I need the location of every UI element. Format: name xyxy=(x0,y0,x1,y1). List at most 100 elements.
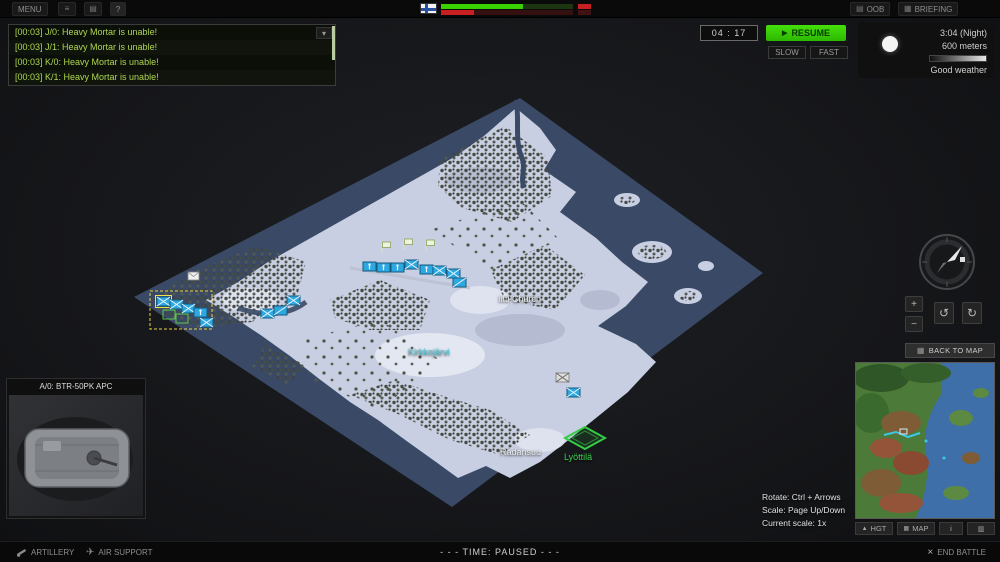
layers-toggle-button[interactable]: ▥ xyxy=(967,522,995,535)
resume-button-label: RESUME xyxy=(791,28,830,38)
conditions-panel: 3:04 (Night) 600 meters Good weather xyxy=(858,22,995,78)
finnish-flag-icon xyxy=(420,3,437,14)
zoom-out-button[interactable]: − xyxy=(905,316,923,332)
oob-icon: ▤ xyxy=(856,5,864,13)
resume-button[interactable]: ▶ RESUME xyxy=(766,25,846,41)
map-label: MAP xyxy=(912,524,928,533)
battle-timer-value: 04 : 17 xyxy=(712,28,747,38)
map-toggle-button[interactable]: ▦ MAP xyxy=(897,522,935,535)
briefing-icon: ▦ xyxy=(904,5,912,13)
help-button[interactable]: ? xyxy=(110,2,126,16)
time-of-day: 3:04 (Night) xyxy=(940,28,987,38)
unit-marker[interactable] xyxy=(377,263,390,272)
hint-scale: Scale: Page Up/Down xyxy=(762,504,845,517)
visibility-range: 600 meters xyxy=(942,41,987,51)
chevron-down-icon: ▾ xyxy=(322,29,326,38)
message-marker[interactable] xyxy=(188,272,199,280)
unit-marker[interactable] xyxy=(453,278,466,287)
hgt-label: HGT xyxy=(871,524,887,533)
plus-icon: + xyxy=(911,299,917,310)
unit-marker-selected[interactable] xyxy=(157,297,170,306)
unit-marker[interactable] xyxy=(170,300,183,309)
menu-button[interactable]: MENU xyxy=(12,2,48,16)
awards-icon: ≡ xyxy=(65,5,70,13)
info-icon: i xyxy=(950,524,952,533)
unit-marker[interactable] xyxy=(194,308,207,317)
close-icon: × xyxy=(927,547,933,558)
briefing-button[interactable]: ▦ BRIEFING xyxy=(898,2,958,16)
unit-marker[interactable] xyxy=(363,262,376,271)
play-icon: ▶ xyxy=(782,29,787,37)
slow-button-label: SLOW xyxy=(775,48,799,57)
game-screen: Iitti Church Kirkkojärvi Radansuu Lyötti… xyxy=(0,0,1000,562)
artillery-button[interactable]: ARTILLERY xyxy=(12,545,78,560)
message-log-collapse-button[interactable]: ▾ xyxy=(316,27,332,39)
back-to-map-button[interactable]: ▦ BACK TO MAP xyxy=(905,343,995,358)
selected-unit-panel[interactable]: A/0: BTR-50PK APC xyxy=(6,378,146,519)
enemy-strength-bar xyxy=(578,4,591,9)
message-log-panel[interactable]: [00:03] J/0: Heavy Mortar is unable! [00… xyxy=(8,24,336,86)
unit-marker[interactable] xyxy=(405,260,418,269)
log-message: [00:03] K/0: Heavy Mortar is unable! xyxy=(9,55,335,70)
light-level-gradient xyxy=(929,55,987,62)
message-log-scrollbar[interactable] xyxy=(332,26,335,60)
ridge-shade xyxy=(580,290,620,310)
info-toggle-button[interactable]: i xyxy=(939,522,963,535)
selected-unit-title: A/0: BTR-50PK APC xyxy=(7,379,145,395)
battle-timer: 04 : 17 xyxy=(700,25,758,41)
rotate-left-icon: ↺ xyxy=(939,306,949,320)
friendly-strength-bar xyxy=(441,4,573,9)
unit-marker[interactable] xyxy=(567,388,580,397)
rotate-right-button[interactable]: ↻ xyxy=(962,302,982,324)
weather-status: Good weather xyxy=(930,65,987,75)
end-battle-button-label: END BATTLE xyxy=(937,548,986,557)
slow-button[interactable]: SLOW xyxy=(768,46,806,59)
neutral-unit-marker[interactable] xyxy=(556,373,569,382)
mountain-icon: ▲ xyxy=(862,526,868,532)
rotate-left-button[interactable]: ↺ xyxy=(934,302,954,324)
fast-button[interactable]: FAST xyxy=(810,46,848,59)
layers-icon: ▥ xyxy=(978,525,985,533)
zoom-in-button[interactable]: + xyxy=(905,296,923,312)
hint-current-scale: Current scale: 1x xyxy=(762,517,845,530)
compass-control[interactable] xyxy=(918,233,976,291)
oob-button-label: OOB xyxy=(867,5,885,14)
briefing-button-label: BRIEFING xyxy=(915,5,953,14)
heightmap-toggle-button[interactable]: ▲ HGT xyxy=(855,522,893,535)
enemy-losses-bar xyxy=(578,10,591,15)
top-bar: MENU ≡ ▤ ? ▤ OOB ▦ BRIEFING xyxy=(0,0,1000,18)
oob-button[interactable]: ▤ OOB xyxy=(850,2,890,16)
unit-marker[interactable] xyxy=(261,309,274,318)
back-to-map-label: BACK TO MAP xyxy=(929,346,983,355)
log-message: [00:03] J/0: Heavy Mortar is unable! xyxy=(9,25,335,40)
rotate-right-icon: ↻ xyxy=(967,306,977,320)
unit-marker[interactable] xyxy=(182,304,195,313)
unit-marker[interactable] xyxy=(287,296,300,305)
help-button-label: ? xyxy=(116,5,120,14)
grid-icon: ▦ xyxy=(917,346,925,355)
minimap[interactable] xyxy=(855,362,995,519)
selected-unit-image xyxy=(9,395,143,516)
awards-icon-button[interactable]: ≡ xyxy=(58,2,76,16)
unit-marker[interactable] xyxy=(420,265,433,274)
ridge-shade xyxy=(475,314,565,346)
compass-icon xyxy=(918,233,976,291)
artillery-button-label: ARTILLERY xyxy=(31,548,74,557)
plane-icon: ✈ xyxy=(86,547,94,558)
apc-top-view-illustration xyxy=(9,395,145,518)
bottom-bar: ARTILLERY ✈ AIR SUPPORT - - - TIME: PAUS… xyxy=(0,541,1000,562)
air-support-button[interactable]: ✈ AIR SUPPORT xyxy=(82,545,156,560)
unit-marker[interactable] xyxy=(200,318,213,327)
log-message: [00:03] K/1: Heavy Mortar is unable! xyxy=(9,70,335,85)
end-battle-button[interactable]: × END BATTLE xyxy=(923,545,990,560)
unit-marker[interactable] xyxy=(391,263,404,272)
stats-icon-button[interactable]: ▤ xyxy=(84,2,102,16)
log-message: [00:03] J/1: Heavy Mortar is unable! xyxy=(9,40,335,55)
stats-icon: ▤ xyxy=(89,5,97,13)
unit-marker[interactable] xyxy=(433,266,446,275)
artillery-icon xyxy=(16,547,27,558)
unit-marker[interactable] xyxy=(274,306,287,315)
minus-icon: − xyxy=(911,319,917,330)
grid-icon: ▦ xyxy=(904,525,910,532)
unit-marker[interactable] xyxy=(447,269,460,278)
